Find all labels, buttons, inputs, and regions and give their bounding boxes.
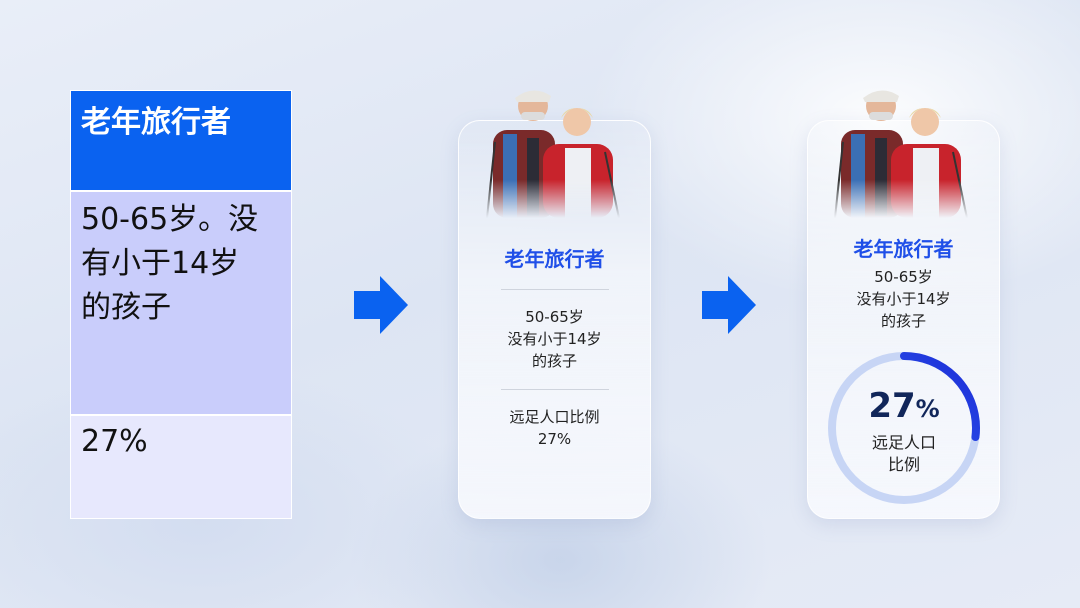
card-stat-value: 27% [537, 430, 572, 448]
table-body-line: 有小于14岁 [81, 246, 240, 281]
table-body-line: 的孩子 [81, 290, 171, 325]
table-body: 50-65岁。没 有小于14岁 的孩子 [70, 191, 292, 415]
card-title: 老年旅行者 [853, 237, 954, 261]
table-header: 老年旅行者 [70, 90, 292, 191]
stat-label: 远足人口 比例 [826, 432, 982, 476]
card-title: 老年旅行者 [504, 247, 605, 271]
card-description-line: 的孩子 [880, 312, 926, 330]
divider [501, 389, 609, 390]
table-footer: 27% [70, 415, 292, 519]
card-description-line: 50-65岁 [525, 308, 584, 326]
card-description-line: 没有小于14岁 [507, 330, 602, 348]
stat-unit: % [915, 395, 940, 423]
stat-percentage: 27% [826, 386, 982, 426]
stat-number: 27 [868, 386, 916, 426]
table-body-line: 50-65岁。没 [81, 202, 259, 237]
stat-label-line: 远足人口 [871, 433, 936, 452]
arrow-right-icon [702, 276, 756, 334]
senior-hikers-photo [486, 90, 620, 218]
divider [501, 289, 609, 290]
text-table: 老年旅行者 50-65岁。没 有小于14岁 的孩子 27% [70, 90, 292, 519]
arrow-right-icon [354, 276, 408, 334]
card-stat: 远足人口比例 27% [458, 406, 651, 450]
card-description-line: 没有小于14岁 [856, 290, 951, 308]
senior-hikers-photo [834, 90, 968, 218]
stat-label-line: 比例 [887, 455, 920, 474]
card-description-line: 的孩子 [531, 352, 577, 370]
card-description: 50-65岁 没有小于14岁 的孩子 [458, 306, 651, 372]
card-description-line: 50-65岁 [874, 268, 933, 286]
card-stat-label: 远足人口比例 [509, 408, 600, 426]
card-description: 50-65岁 没有小于14岁 的孩子 [807, 266, 1000, 332]
progress-ring [828, 352, 980, 504]
